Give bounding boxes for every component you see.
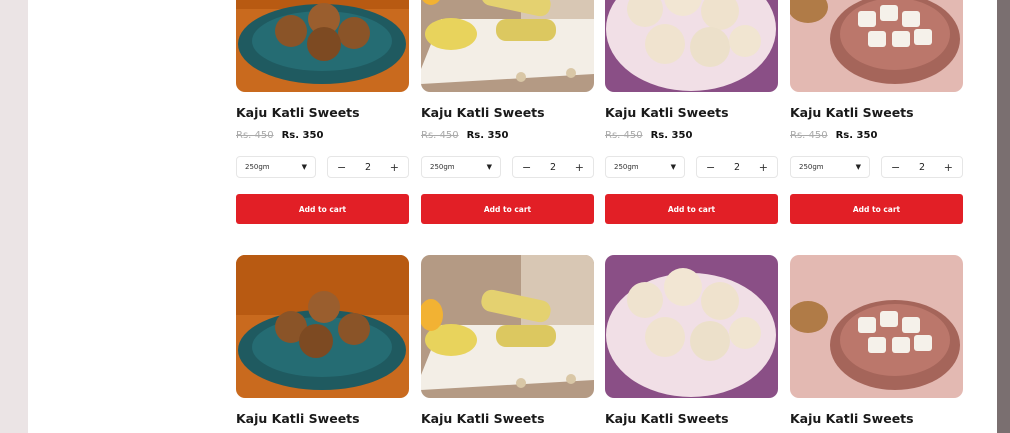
product-title[interactable]: Kaju Katli Sweets	[236, 411, 360, 426]
plus-icon[interactable]: +	[944, 161, 953, 174]
product-prices: Rs. 450 Rs. 350	[790, 130, 877, 141]
product-title[interactable]: Kaju Katli Sweets	[605, 411, 729, 426]
product-image[interactable]	[790, 0, 963, 92]
weight-select-value: 250gm	[245, 163, 270, 171]
product-prices: Rs. 450 Rs. 350	[605, 130, 692, 141]
weight-select[interactable]: 250gm ▼	[421, 156, 501, 178]
product-title[interactable]: Kaju Katli Sweets	[236, 105, 360, 120]
sale-price: Rs. 350	[650, 130, 693, 141]
product-image[interactable]	[790, 255, 963, 398]
original-price: Rs. 450	[605, 130, 643, 141]
plus-icon[interactable]: +	[575, 161, 584, 174]
quantity-stepper[interactable]: − 2 +	[327, 156, 409, 178]
quantity-value[interactable]: 2	[550, 162, 556, 173]
product-title[interactable]: Kaju Katli Sweets	[421, 105, 545, 120]
quantity-value[interactable]: 2	[734, 162, 740, 173]
minus-icon[interactable]: −	[891, 161, 900, 174]
product-image[interactable]	[605, 255, 778, 398]
weight-select-value: 250gm	[799, 163, 824, 171]
sale-price: Rs. 350	[835, 130, 878, 141]
add-to-cart-button[interactable]: Add to cart	[605, 194, 778, 224]
product-title[interactable]: Kaju Katli Sweets	[790, 105, 914, 120]
weight-select-value: 250gm	[430, 163, 455, 171]
sale-price: Rs. 350	[466, 130, 509, 141]
quantity-stepper[interactable]: − 2 +	[881, 156, 963, 178]
product-image[interactable]	[421, 0, 594, 92]
product-image[interactable]	[605, 0, 778, 92]
quantity-stepper[interactable]: − 2 +	[512, 156, 594, 178]
add-to-cart-button[interactable]: Add to cart	[421, 194, 594, 224]
product-prices: Rs. 450 Rs. 350	[236, 130, 323, 141]
product-title[interactable]: Kaju Katli Sweets	[790, 411, 914, 426]
weight-select-value: 250gm	[614, 163, 639, 171]
product-prices: Rs. 450 Rs. 350	[421, 130, 508, 141]
plus-icon[interactable]: +	[390, 161, 399, 174]
chevron-down-icon: ▼	[855, 163, 861, 171]
quantity-stepper[interactable]: − 2 +	[696, 156, 778, 178]
plus-icon[interactable]: +	[759, 161, 768, 174]
product-image[interactable]	[236, 255, 409, 398]
original-price: Rs. 450	[421, 130, 459, 141]
product-title[interactable]: Kaju Katli Sweets	[605, 105, 729, 120]
original-price: Rs. 450	[790, 130, 828, 141]
weight-select[interactable]: 250gm ▼	[605, 156, 685, 178]
chevron-down-icon: ▼	[486, 163, 492, 171]
minus-icon[interactable]: −	[522, 161, 531, 174]
chevron-down-icon: ▼	[670, 163, 676, 171]
original-price: Rs. 450	[236, 130, 274, 141]
minus-icon[interactable]: −	[337, 161, 346, 174]
product-title[interactable]: Kaju Katli Sweets	[421, 411, 545, 426]
window-edge	[997, 0, 1010, 433]
minus-icon[interactable]: −	[706, 161, 715, 174]
weight-select[interactable]: 250gm ▼	[790, 156, 870, 178]
weight-select[interactable]: 250gm ▼	[236, 156, 316, 178]
product-image[interactable]	[236, 0, 409, 92]
product-grid-panel: Kaju Katli Sweets Rs. 450 Rs. 350 250gm ▼…	[28, 0, 997, 433]
product-image[interactable]	[421, 255, 594, 398]
add-to-cart-button[interactable]: Add to cart	[236, 194, 409, 224]
quantity-value[interactable]: 2	[919, 162, 925, 173]
add-to-cart-button[interactable]: Add to cart	[790, 194, 963, 224]
quantity-value[interactable]: 2	[365, 162, 371, 173]
chevron-down-icon: ▼	[301, 163, 307, 171]
sale-price: Rs. 350	[281, 130, 324, 141]
